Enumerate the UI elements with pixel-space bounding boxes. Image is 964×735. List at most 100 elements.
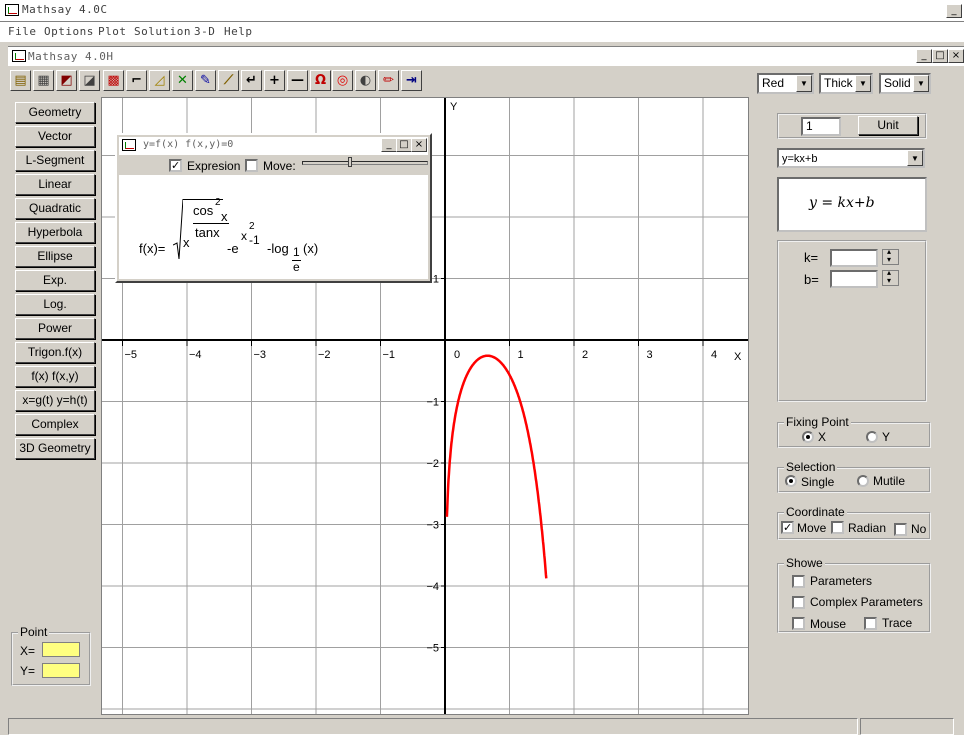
param-k-input[interactable] xyxy=(830,249,878,267)
wand-icon[interactable]: ⟋ xyxy=(218,70,239,91)
sidebar-btn-ellipse[interactable]: Ellipse xyxy=(15,246,95,267)
line-style-select[interactable]: Solid ▼ xyxy=(879,73,931,94)
param-b-input[interactable] xyxy=(830,270,878,288)
sidebar-btn-power[interactable]: Power xyxy=(15,318,95,339)
menu-file[interactable]: File xyxy=(8,25,37,38)
fraction-denominator: tanx xyxy=(195,225,220,240)
unit-button[interactable]: Unit xyxy=(858,116,918,135)
minus-icon[interactable]: — xyxy=(287,70,308,91)
magnet-icon[interactable]: Ω xyxy=(310,70,331,91)
open-file-icon[interactable]: ▤ xyxy=(10,70,31,91)
equation-formula-box: y = kx+b xyxy=(777,177,927,232)
sidebar-btn-geometry[interactable]: Geometry xyxy=(15,102,95,123)
sqrt-sign xyxy=(172,198,184,261)
enter-icon[interactable]: ↵ xyxy=(241,70,262,91)
menu-solution[interactable]: Solution xyxy=(134,25,191,38)
chart-window-icon xyxy=(122,139,136,151)
showe-label: Showe xyxy=(784,556,825,570)
status-bar xyxy=(8,718,858,735)
coordinate-no-label: No xyxy=(911,522,927,536)
move-checkbox[interactable] xyxy=(245,159,258,172)
sidebar-btn-exp[interactable]: Exp. xyxy=(15,270,95,291)
menu-3d[interactable]: 3-D xyxy=(194,25,215,38)
export-icon[interactable]: ⇥ xyxy=(401,70,422,91)
plus-icon[interactable]: + xyxy=(264,70,285,91)
menu-options[interactable]: Options xyxy=(44,25,94,38)
selection-label: Selection xyxy=(784,460,838,474)
selection-mutile-radio[interactable] xyxy=(857,475,869,487)
equation-select[interactable]: y=kx+b ▼ xyxy=(777,148,925,168)
grid-icon[interactable]: ▩ xyxy=(103,70,124,91)
sidebar-btn-quadratic[interactable]: Quadratic xyxy=(15,198,95,219)
inner-minimize-icon[interactable]: _ xyxy=(916,49,932,63)
sidebar-btn-vector[interactable]: Vector xyxy=(15,126,95,147)
function-window: y=f(x) f(x,y)=0 _ □ × ✓ Expresion Move: … xyxy=(115,133,432,283)
function-minimize-icon[interactable]: _ xyxy=(381,138,397,152)
function-curve[interactable] xyxy=(445,354,548,579)
equation-formula: y = kx+b xyxy=(809,195,875,211)
fixing-y-radio[interactable] xyxy=(866,431,878,443)
show-trace-checkbox[interactable] xyxy=(864,617,877,630)
y-tick-label: −3 xyxy=(426,520,439,532)
show-parameters-checkbox[interactable] xyxy=(792,575,805,588)
move-slider-handle[interactable] xyxy=(348,157,352,167)
chevron-down-icon[interactable]: ▼ xyxy=(796,75,812,92)
pencil-icon[interactable]: ✏ xyxy=(378,70,399,91)
sidebar-btn-x-g-t-y-h-t[interactable]: x=g(t) y=h(t) xyxy=(15,390,95,411)
sidebar-btn-log[interactable]: Log. xyxy=(15,294,95,315)
move-slider-track[interactable] xyxy=(302,161,428,165)
width-select[interactable]: Thick ▼ xyxy=(819,73,873,94)
sidebar-btn-trigon-f-x[interactable]: Trigon.f(x) xyxy=(15,342,95,363)
y-tick-label: −2 xyxy=(426,458,439,470)
show-mouse-checkbox[interactable] xyxy=(792,617,805,630)
x-tick-label: −2 xyxy=(318,349,331,361)
inner-title-bar: Mathsay 4.0H _ □ × xyxy=(8,46,964,66)
sidebar-btn-linear[interactable]: Linear xyxy=(15,174,95,195)
erase-icon[interactable]: ◪ xyxy=(79,70,100,91)
formula-exp-base: x xyxy=(241,229,247,243)
minimize-icon[interactable]: _ xyxy=(946,4,962,18)
print-icon[interactable]: ▦ xyxy=(33,70,54,91)
fixing-x-label: X xyxy=(818,430,827,444)
y-axis-label: Y xyxy=(450,101,458,113)
expression-checkbox[interactable]: ✓ xyxy=(169,159,182,172)
point-x-field[interactable] xyxy=(42,642,80,657)
sidebar-btn-3d-geometry[interactable]: 3D Geometry xyxy=(15,438,95,459)
chevron-down-icon[interactable]: ▼ xyxy=(907,150,923,166)
sidebar-btn-f-x-f-x-y[interactable]: f(x) f(x,y) xyxy=(15,366,95,387)
function-maximize-icon[interactable]: □ xyxy=(396,138,412,152)
inner-close-icon[interactable]: × xyxy=(948,49,964,63)
point-y-field[interactable] xyxy=(42,663,80,678)
target-icon[interactable]: ◎ xyxy=(332,70,353,91)
sidebar-btn-complex[interactable]: Complex xyxy=(15,414,95,435)
status-bar-right xyxy=(860,718,954,735)
sidebar-btn-hyperbola[interactable]: Hyperbola xyxy=(15,222,95,243)
coordinate-no-checkbox[interactable] xyxy=(894,523,907,536)
menu-help[interactable]: Help xyxy=(224,25,253,38)
ruler-icon[interactable]: ◿ xyxy=(149,70,170,91)
color-select[interactable]: Red ▼ xyxy=(757,73,814,94)
sidebar-btn-l-segment[interactable]: L-Segment xyxy=(15,150,95,171)
menu-plot[interactable]: Plot xyxy=(98,25,127,38)
selection-single-radio[interactable] xyxy=(785,475,797,487)
x-tick-label: 0 xyxy=(454,349,460,361)
chevron-down-icon[interactable]: ▼ xyxy=(913,75,929,92)
coordinate-move-checkbox[interactable]: ✓ xyxy=(781,521,794,534)
coordinate-radian-checkbox[interactable] xyxy=(831,521,844,534)
unit-input[interactable]: 1 xyxy=(801,117,841,136)
inner-maximize-icon[interactable]: □ xyxy=(932,49,948,63)
pen-icon[interactable]: ✎ xyxy=(195,70,216,91)
x-tick-label: 2 xyxy=(582,349,588,361)
param-k-spinner[interactable] xyxy=(882,247,899,265)
function-close-icon[interactable]: × xyxy=(411,138,427,152)
color-select-value: Red xyxy=(762,76,785,90)
angle-icon[interactable]: ⌐ xyxy=(126,70,147,91)
x-tick-label: −3 xyxy=(254,349,267,361)
chart-icon[interactable]: ◩ xyxy=(56,70,77,91)
show-complex-parameters-checkbox[interactable] xyxy=(792,596,805,609)
param-b-spinner[interactable] xyxy=(882,268,899,286)
cross-icon[interactable]: ✕ xyxy=(172,70,193,91)
fixing-x-radio[interactable] xyxy=(802,431,814,443)
contrast-icon[interactable]: ◐ xyxy=(355,70,376,91)
chevron-down-icon[interactable]: ▼ xyxy=(855,75,871,92)
